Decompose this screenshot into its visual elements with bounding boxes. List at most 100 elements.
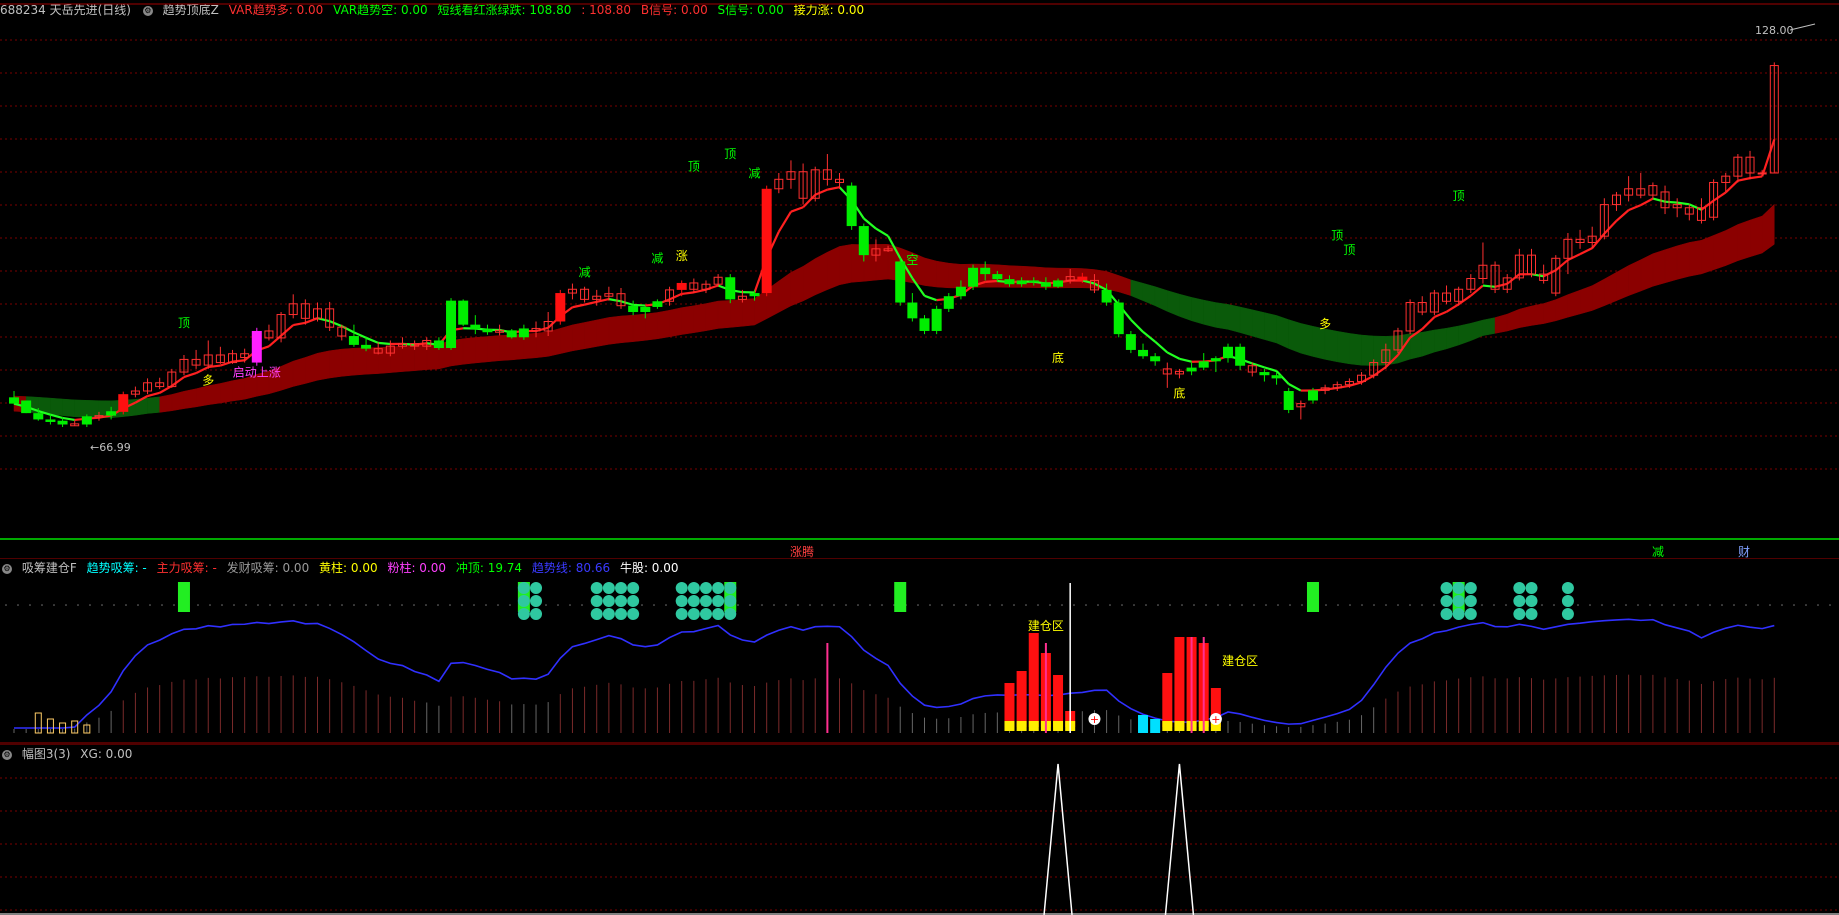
accumulation-indicator-chart[interactable]: + +建仓区建仓区 [0,558,1839,744]
grid-dot [293,604,295,606]
candlestick-chart[interactable]: 128.00←66.99顶多启动上涨减减 涨顶顶减空底底顶顶多顶涨腾减财 [0,0,1839,558]
trend-line-segment [1433,310,1447,319]
trend-ribbon-segment [1579,285,1593,315]
trend-ribbon-segment [1628,259,1642,296]
sub1-value-4: 粉柱: 0.00 [387,561,447,575]
candle [1198,353,1209,371]
candle [1527,248,1536,278]
price-high-label: 128.00 [1755,24,1794,37]
accumulation-heart-icon [699,608,712,620]
trend-ribbon-segment [1021,265,1035,288]
trend-ribbon-segment [632,313,646,342]
grid-dot [1553,604,1555,606]
accumulation-heart-icon [675,582,688,594]
trend-line-segment [1640,197,1654,207]
trend-line-segment [1628,204,1642,212]
accumulation-heart-icon [1464,608,1477,620]
grid-dot [161,604,163,606]
trend-ribbon-segment [547,328,561,357]
grid-dot [569,604,571,606]
signal-label: 底 [1173,385,1185,400]
signal-label: 减 [579,266,591,280]
grid-dot [329,604,331,606]
sub1-indicator-name[interactable]: 吸筹建仓F [22,561,77,575]
trend-line-segment [171,376,185,387]
trend-ribbon-segment [1701,235,1714,275]
grid-dot [1349,604,1351,606]
trend-ribbon-segment [1361,334,1374,366]
trend-ribbon-segment [608,315,622,345]
candle [580,286,590,303]
trend-line-segment [1349,381,1362,387]
signal-label: 顶 [1343,243,1355,257]
yellow-bar [1162,721,1173,731]
grid-dot [941,604,943,606]
candle-body [106,411,117,416]
candle [652,299,663,309]
accumulation-heart-icon [590,582,603,594]
grid-dot [1073,604,1075,606]
trend-line-segment [1494,282,1508,288]
trend-ribbon-segment [875,244,889,281]
trend-ribbon-segment [1337,330,1350,365]
sub2-header: ⚙ 幅图3(3) XG: 0.00 [0,746,138,762]
indicator-settings-icon[interactable]: ⚙ [2,563,12,574]
separator-label: 涨腾 [790,544,814,558]
xg-signal-chart[interactable] [0,744,1839,915]
grid-dot [1493,604,1495,606]
trend-ribbon-segment [1130,279,1144,302]
candle [1539,264,1549,284]
candle-body [446,300,457,349]
candle [1769,62,1779,174]
candle-body [1271,375,1282,379]
grid-dot [305,604,307,606]
trend-ribbon-segment [280,360,294,391]
trend-line-segment [1555,259,1569,272]
candle-body [858,226,869,256]
candle [1259,368,1270,382]
grid-dot [1685,604,1687,606]
main-accumulation-bar [1174,637,1185,727]
grid-dot [641,604,643,606]
grid-dot [1601,604,1603,606]
candle [1599,198,1609,240]
main-accumulation-bar [1028,633,1039,727]
candle-body [1040,282,1051,287]
trend-ribbon-segment [1154,286,1168,312]
candle-body [1198,361,1209,368]
trend-line-segment [985,279,998,283]
candle [1369,359,1379,379]
trend-ribbon-segment [159,394,173,413]
accumulation-heart-icon [590,595,603,607]
grid-dot [77,604,79,606]
accumulation-heart-icon [615,608,627,620]
indicator-settings-icon[interactable]: ⚙ [2,749,12,760]
trend-line-segment [1154,340,1169,354]
candle [1575,229,1585,249]
sub2-indicator-name[interactable]: 幅图3(3) [22,747,71,761]
grid-dot [857,604,859,606]
trend-line-segment [924,294,938,302]
trend-ribbon-segment [402,345,415,372]
accumulation-heart-icon [1525,595,1538,607]
candle [143,378,153,395]
candle-body [1016,280,1027,285]
accumulation-heart-icon [1513,582,1526,594]
candle [276,312,286,343]
grid-dot [665,604,667,606]
trend-ribbon-segment [1434,327,1447,353]
trend-ribbon-segment [426,344,440,370]
grid-dot [17,604,19,606]
candle [313,302,322,322]
grid-dot [65,604,67,606]
trend-ribbon-segment [730,299,743,328]
trend-ribbon-segment [1421,329,1435,357]
trend-line-segment [1567,253,1581,261]
grid-dot [1577,604,1579,606]
trend-line-segment [814,188,828,196]
top-signal-block [177,582,190,612]
accumulation-heart-icon [1561,608,1574,620]
trend-ribbon-segment [1324,328,1338,363]
trend-line-segment [608,298,622,303]
candle [1624,176,1634,202]
